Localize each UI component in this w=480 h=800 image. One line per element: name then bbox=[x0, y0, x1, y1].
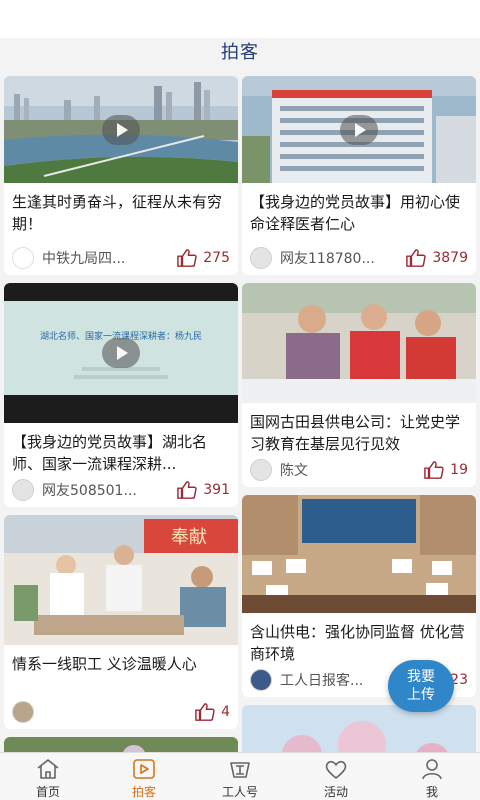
video-thumbnail[interactable] bbox=[4, 76, 238, 183]
thumbs-up-icon[interactable] bbox=[405, 248, 427, 268]
upload-button[interactable]: 我要 上传 bbox=[388, 660, 454, 712]
card-title[interactable]: 国网古田县供电公司：让党史学习教育在基层见行见效 bbox=[242, 403, 476, 453]
play-icon[interactable] bbox=[102, 114, 140, 145]
thumbs-up-icon[interactable] bbox=[423, 460, 445, 480]
card-title[interactable]: 【我身边的党员故事】湖北名师、国家一流课程深耕... bbox=[4, 423, 238, 473]
like-count: 275 bbox=[203, 250, 230, 266]
image-thumbnail[interactable]: 奉献 bbox=[4, 515, 238, 645]
card-meta: 网友508501... 391 bbox=[4, 473, 238, 507]
video-thumbnail[interactable] bbox=[242, 76, 476, 183]
upload-button-line2: 上传 bbox=[407, 687, 435, 703]
video-thumbnail[interactable]: 湖北名师、国家一流课程深耕者：杨九民 bbox=[4, 283, 238, 423]
image-thumbnail[interactable] bbox=[242, 495, 476, 613]
card-meta: 中铁九局四... 275 bbox=[4, 241, 238, 275]
author-avatar[interactable] bbox=[12, 479, 34, 501]
tab-home[interactable]: 首页 bbox=[0, 753, 96, 800]
thumbs-up-icon[interactable] bbox=[176, 248, 198, 268]
tab-worker-account[interactable]: 工人号 bbox=[192, 753, 288, 800]
feed-card[interactable]: 【我身边的党员故事】用初心使命诠释医者仁心 网友118780... 3879 bbox=[242, 76, 476, 275]
feed-column-left: 生逢其时勇奋斗，征程从未有穷期！ 中铁九局四... 275 湖北名师、国家一流课… bbox=[4, 76, 238, 752]
tab-paike[interactable]: 拍客 bbox=[96, 753, 192, 800]
card-title[interactable]: 含山供电：强化协同监督 优化营商环境 bbox=[242, 613, 476, 663]
meeting-room-image bbox=[242, 495, 476, 613]
heart-icon bbox=[325, 760, 347, 779]
author-avatar[interactable] bbox=[12, 247, 34, 269]
author-name[interactable]: 网友508501... bbox=[42, 480, 170, 500]
upload-button-line1: 我要 bbox=[407, 669, 435, 685]
card-meta: 4 bbox=[4, 695, 238, 729]
tab-me[interactable]: 我 bbox=[384, 753, 480, 800]
tab-label: 活动 bbox=[323, 785, 348, 799]
author-name[interactable]: 陈文 bbox=[280, 460, 417, 480]
image-thumbnail[interactable] bbox=[242, 283, 476, 403]
tab-activity[interactable]: 活动 bbox=[288, 753, 384, 800]
tab-label: 拍客 bbox=[131, 785, 156, 799]
page-title: 拍客 bbox=[221, 42, 259, 63]
author-avatar[interactable] bbox=[250, 459, 272, 481]
image-thumbnail[interactable] bbox=[4, 737, 238, 752]
tab-label: 工人号 bbox=[221, 785, 258, 799]
author-name[interactable]: 网友118780... bbox=[280, 248, 399, 268]
author-name[interactable]: 中铁九局四... bbox=[42, 248, 170, 268]
video-icon bbox=[133, 759, 155, 779]
banner-text: 奉献 bbox=[171, 527, 207, 548]
author-avatar[interactable] bbox=[250, 247, 272, 269]
feed-card[interactable] bbox=[4, 737, 238, 752]
status-bar bbox=[0, 0, 480, 38]
author-avatar[interactable] bbox=[12, 701, 34, 723]
person-icon bbox=[422, 759, 442, 780]
feed-card[interactable] bbox=[242, 705, 476, 752]
like-count: 4 bbox=[221, 704, 230, 720]
home-icon bbox=[37, 759, 59, 779]
page-header: 拍客 bbox=[0, 38, 480, 72]
medical-clinic-image: 奉献 bbox=[4, 515, 238, 645]
card-meta: 网友118780... 3879 bbox=[242, 241, 476, 275]
worker-badge-icon bbox=[230, 762, 250, 778]
card-meta: 陈文 19 bbox=[242, 453, 476, 487]
card-title[interactable]: 生逢其时勇奋斗，征程从未有穷期！ bbox=[4, 183, 238, 241]
flower-image bbox=[4, 737, 238, 752]
tab-label: 首页 bbox=[35, 785, 60, 799]
card-title[interactable]: 情系一线职工 义诊温暖人心 bbox=[4, 645, 238, 695]
play-icon[interactable] bbox=[102, 338, 140, 368]
feed-card[interactable]: 奉献 情系一线职工 义诊温暖人心 4 bbox=[4, 515, 238, 729]
paike-feed[interactable]: 生逢其时勇奋斗，征程从未有穷期！ 中铁九局四... 275 湖北名师、国家一流课… bbox=[0, 72, 480, 752]
like-count: 3879 bbox=[432, 250, 468, 266]
like-count: 19 bbox=[450, 462, 468, 478]
card-title[interactable]: 【我身边的党员故事】用初心使命诠释医者仁心 bbox=[242, 183, 476, 241]
volunteers-image bbox=[242, 283, 476, 403]
image-thumbnail[interactable] bbox=[242, 705, 476, 752]
bottom-tab-bar: 首页 拍客 工人号 活动 我 bbox=[0, 752, 480, 800]
play-icon[interactable] bbox=[340, 114, 378, 145]
feed-card[interactable]: 生逢其时勇奋斗，征程从未有穷期！ 中铁九局四... 275 bbox=[4, 76, 238, 275]
like-count: 391 bbox=[203, 482, 230, 498]
author-avatar[interactable] bbox=[250, 669, 272, 691]
blossom-tree-image bbox=[242, 705, 476, 752]
feed-column-right: 【我身边的党员故事】用初心使命诠释医者仁心 网友118780... 3879 国… bbox=[242, 76, 476, 752]
thumbs-up-icon[interactable] bbox=[176, 480, 198, 500]
tab-label: 我 bbox=[425, 785, 438, 799]
feed-card[interactable]: 湖北名师、国家一流课程深耕者：杨九民 【我身边的党员故事】湖北名师、国家一流课程… bbox=[4, 283, 238, 507]
thumbs-up-icon[interactable] bbox=[194, 702, 216, 722]
feed-card[interactable]: 国网古田县供电公司：让党史学习教育在基层见行见效 陈文 19 bbox=[242, 283, 476, 487]
